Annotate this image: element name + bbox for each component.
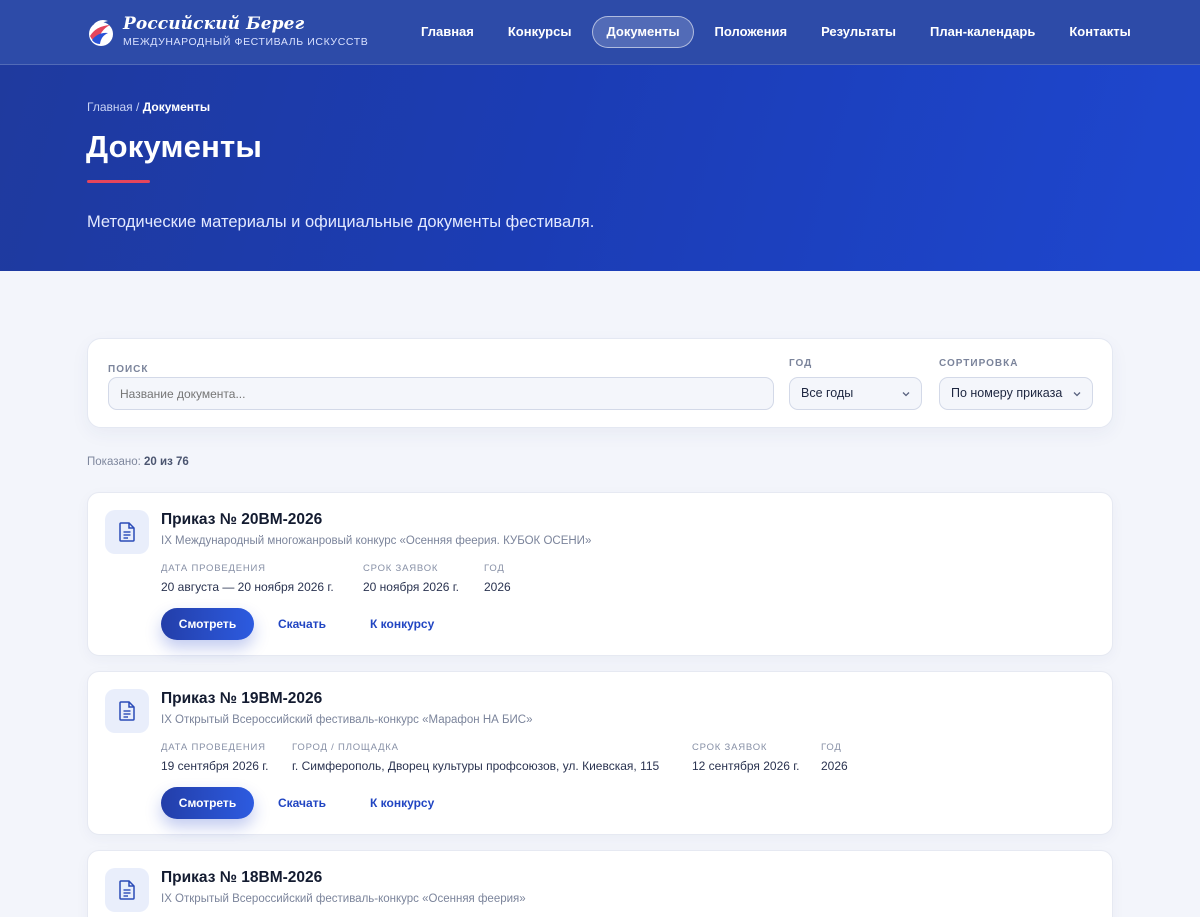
document-subtitle: IX Открытый Всероссийский фестиваль-конк…: [161, 714, 533, 726]
logo-title: Российский Берег: [123, 14, 305, 34]
meta-value: 2026: [484, 580, 511, 594]
search-input[interactable]: [108, 377, 774, 410]
document-title[interactable]: Приказ № 19ВМ-2026: [161, 690, 322, 708]
meta-value: 12 сентября 2026 г.: [692, 759, 800, 773]
document-subtitle: IX Международный многожанровый конкурс «…: [161, 535, 592, 547]
year-select[interactable]: Все годы: [789, 377, 922, 410]
nav-item-home[interactable]: Главная: [404, 16, 491, 48]
logo-mark-icon: [86, 16, 116, 48]
chevron-down-icon: [1073, 391, 1081, 396]
chevron-down-icon: [902, 391, 910, 396]
meta-label: ДАТА ПРОВЕДЕНИЯ: [161, 563, 266, 574]
document-title[interactable]: Приказ № 20ВМ-2026: [161, 511, 322, 529]
contest-link[interactable]: К конкурсу: [370, 787, 434, 819]
year-label: ГОД: [789, 358, 813, 369]
contest-link[interactable]: К конкурсу: [370, 608, 434, 640]
meta-label: ГОД: [821, 742, 842, 753]
title-underline: [87, 180, 150, 183]
breadcrumb-home[interactable]: Главная: [87, 100, 133, 114]
meta-label: ГОРОД / ПЛОЩАДКА: [292, 742, 399, 753]
view-button[interactable]: Смотреть: [161, 787, 254, 819]
year-select-value: Все годы: [801, 386, 854, 400]
search-label: ПОИСК: [108, 364, 149, 375]
breadcrumb: Главная / Документы: [87, 100, 210, 114]
document-icon: [105, 510, 149, 554]
sort-label: СОРТИРОВКА: [939, 358, 1019, 369]
filter-panel: ПОИСК ГОД Все годы СОРТИРОВКА По номеру …: [87, 338, 1113, 428]
results-count: Показано: 20 из 76: [87, 456, 189, 468]
meta-label: ГОД: [484, 563, 505, 574]
meta-value: 20 ноября 2026 г.: [363, 580, 459, 594]
nav-item-contacts[interactable]: Контакты: [1052, 16, 1147, 48]
hero-section: Главная / Документы Документы Методическ…: [0, 65, 1200, 271]
results-count-prefix: Показано:: [87, 456, 141, 468]
meta-date: ДАТА ПРОВЕДЕНИЯ 20 августа — 20 ноября 2…: [161, 563, 334, 594]
meta-deadline: СРОК ЗАЯВОК 12 сентября 2026 г.: [692, 742, 800, 773]
meta-year: ГОД 2026: [821, 742, 848, 773]
download-link[interactable]: Скачать: [278, 787, 326, 819]
page-title: Документы: [86, 129, 263, 164]
nav-item-contests[interactable]: Конкурсы: [491, 16, 589, 48]
meta-value: 19 сентября 2026 г.: [161, 759, 269, 773]
site-header: Российский Берег МЕЖДУНАРОДНЫЙ ФЕСТИВАЛЬ…: [0, 0, 1200, 65]
document-icon: [105, 689, 149, 733]
meta-value: г. Симферополь, Дворец культуры профсоюз…: [292, 759, 660, 773]
nav-item-results[interactable]: Результаты: [804, 16, 913, 48]
nav-item-calendar[interactable]: План-календарь: [913, 16, 1052, 48]
nav-item-documents[interactable]: Документы: [592, 16, 694, 48]
document-subtitle: IX Открытый Всероссийский фестиваль-конк…: [161, 893, 526, 905]
main-nav: Главная Конкурсы Документы Положения Рез…: [404, 16, 1148, 48]
meta-value: 2026: [821, 759, 848, 773]
results-count-value: 20 из 76: [144, 456, 189, 468]
document-icon: [105, 868, 149, 912]
meta-label: СРОК ЗАЯВОК: [692, 742, 768, 753]
meta-label: ДАТА ПРОВЕДЕНИЯ: [161, 742, 266, 753]
meta-deadline: СРОК ЗАЯВОК 20 ноября 2026 г.: [363, 563, 459, 594]
document-card: Приказ № 19ВМ-2026 IX Открытый Всероссий…: [87, 671, 1113, 835]
document-card: Приказ № 18ВМ-2026 IX Открытый Всероссий…: [87, 850, 1113, 917]
breadcrumb-separator: /: [132, 100, 143, 114]
meta-date: ДАТА ПРОВЕДЕНИЯ 19 сентября 2026 г.: [161, 742, 269, 773]
nav-item-regulations[interactable]: Положения: [698, 16, 805, 48]
logo-subtitle: МЕЖДУНАРОДНЫЙ ФЕСТИВАЛЬ ИСКУССТВ: [123, 36, 369, 48]
download-link[interactable]: Скачать: [278, 608, 326, 640]
sort-select-value: По номеру приказа: [951, 386, 1063, 400]
meta-value: 20 августа — 20 ноября 2026 г.: [161, 580, 334, 594]
page-description: Методические материалы и официальные док…: [87, 213, 595, 231]
meta-label: СРОК ЗАЯВОК: [363, 563, 439, 574]
breadcrumb-current: Документы: [142, 100, 211, 114]
document-card: Приказ № 20ВМ-2026 IX Международный мног…: [87, 492, 1113, 656]
sort-select[interactable]: По номеру приказа: [939, 377, 1093, 410]
logo[interactable]: Российский Берег МЕЖДУНАРОДНЫЙ ФЕСТИВАЛЬ…: [86, 14, 368, 49]
view-button[interactable]: Смотреть: [161, 608, 254, 640]
meta-venue: ГОРОД / ПЛОЩАДКА г. Симферополь, Дворец …: [292, 742, 659, 773]
document-title[interactable]: Приказ № 18ВМ-2026: [161, 869, 322, 887]
meta-year: ГОД 2026: [484, 563, 511, 594]
